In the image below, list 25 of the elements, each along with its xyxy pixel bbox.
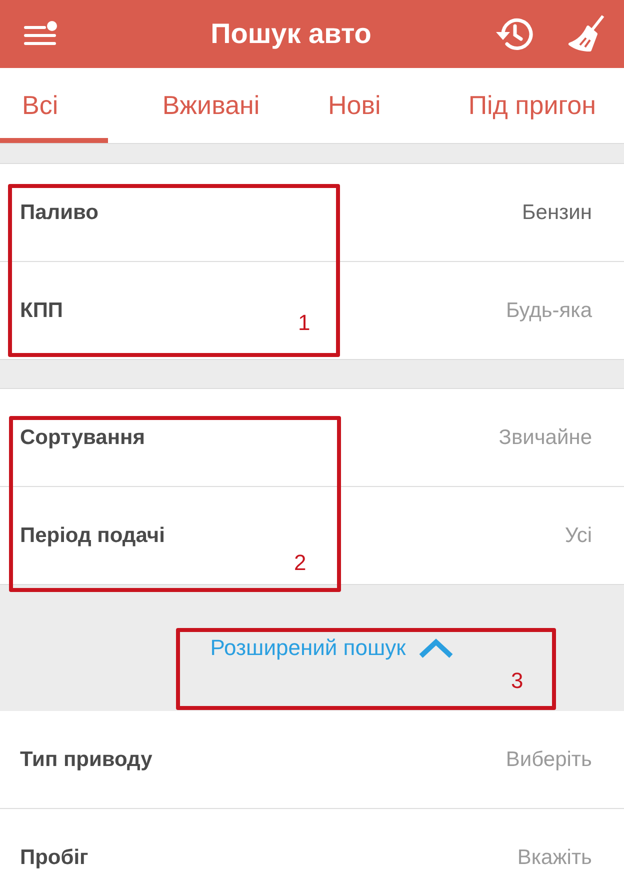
tab[interactable]: Нові <box>306 68 414 143</box>
annotation-number: 1 <box>298 310 310 336</box>
screen-title: Пошук авто <box>210 18 372 50</box>
annotation-number: 3 <box>511 668 524 694</box>
chevron-up-icon <box>418 637 454 659</box>
history-icon[interactable] <box>494 16 534 52</box>
annotation-number: 2 <box>294 550 306 576</box>
field-value[interactable]: Звичайне <box>498 426 592 450</box>
field-value[interactable]: Вкажіть <box>517 846 592 870</box>
tab[interactable]: Всі <box>0 68 108 143</box>
broom-icon[interactable] <box>568 14 606 54</box>
field-label: Сортування <box>20 426 145 450</box>
field-label: Період подачі <box>20 524 165 548</box>
field-value[interactable]: Усі <box>564 524 592 548</box>
tab[interactable]: Під пригон <box>446 68 610 143</box>
menu-icon[interactable] <box>24 21 58 47</box>
field-value[interactable]: Бензин <box>522 200 592 224</box>
tab[interactable]: Вживані <box>140 68 274 143</box>
advanced-search-link[interactable]: Розширений пошук <box>210 635 454 661</box>
field-value[interactable]: Виберіть <box>506 748 592 772</box>
field-label: Паливо <box>20 200 98 224</box>
field-label: Тип приводу <box>20 748 152 772</box>
field-label: КПП <box>20 298 64 322</box>
field-value[interactable]: Будь-яка <box>506 298 592 322</box>
field-label: Пробіг <box>20 846 88 870</box>
